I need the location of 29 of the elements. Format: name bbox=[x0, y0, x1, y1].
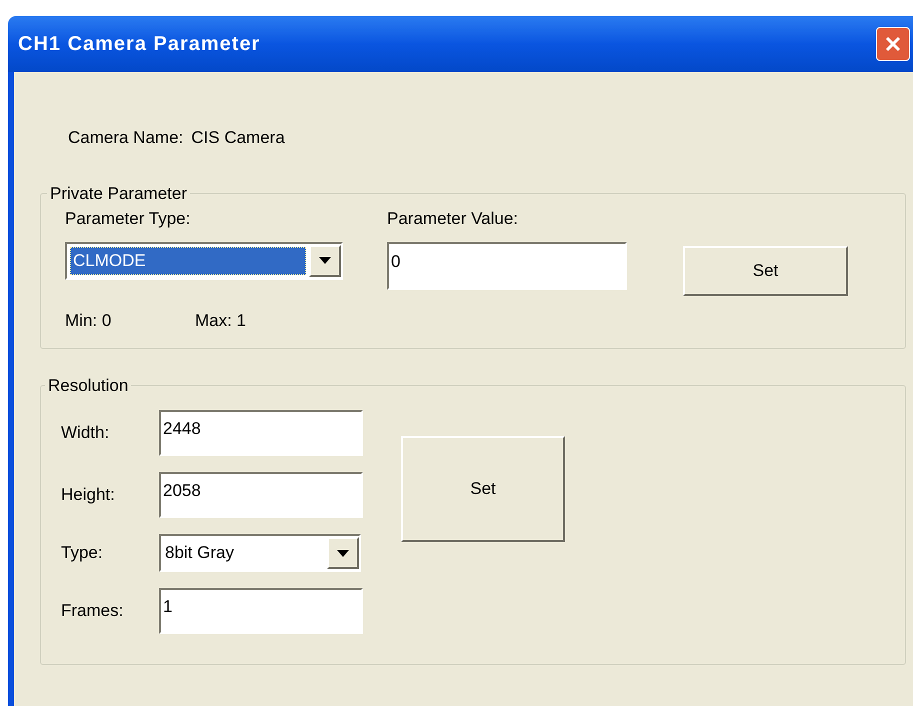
close-icon bbox=[884, 35, 902, 53]
field-label: Height: bbox=[61, 484, 116, 506]
parameter-type-dropdown[interactable]: CLMODE bbox=[65, 242, 343, 280]
close-button[interactable] bbox=[876, 27, 910, 61]
parameter-value-label: Parameter Value: bbox=[387, 208, 520, 230]
parameter-type-label: Parameter Type: bbox=[65, 208, 192, 230]
camera-name-label: Camera Name: bbox=[68, 127, 184, 149]
input-field[interactable]: 2058 bbox=[159, 472, 363, 518]
window-title: CH1 Camera Parameter bbox=[18, 32, 260, 57]
group-title: Resolution bbox=[47, 374, 130, 396]
min-value-text: Min: 0 bbox=[65, 310, 112, 332]
max-value-text: Max: 1 bbox=[195, 310, 246, 332]
dropdown-button[interactable] bbox=[309, 244, 341, 276]
group-title: Private Parameter bbox=[49, 182, 188, 204]
camera-name-value: CIS Camera bbox=[191, 127, 285, 149]
parameter-value-field[interactable]: 0 bbox=[387, 242, 627, 290]
set-button[interactable]: Set bbox=[683, 246, 848, 296]
dropdown-button[interactable] bbox=[327, 537, 359, 569]
field-label: Width: bbox=[61, 422, 110, 444]
set-button[interactable]: Set bbox=[401, 436, 565, 542]
dropdown-value: CLMODE bbox=[70, 246, 306, 274]
input-field[interactable]: 2448 bbox=[159, 410, 363, 456]
caret-icon bbox=[319, 257, 331, 264]
input-field[interactable]: 1 bbox=[159, 588, 363, 634]
caret-icon bbox=[337, 550, 349, 556]
dropdown-value: 8bit Gray bbox=[164, 542, 235, 564]
field-label: Frames: bbox=[61, 600, 124, 622]
field-label: Type: bbox=[61, 542, 104, 564]
type-dropdown[interactable]: 8bit Gray bbox=[159, 534, 361, 572]
